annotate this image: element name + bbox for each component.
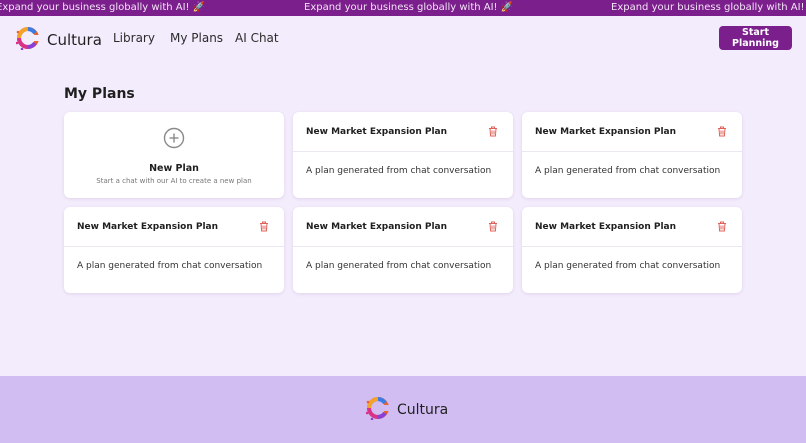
plan-title: New Market Expansion Plan [306,221,448,232]
promo-text: Expand your business globally with AI! 🚀 [0,2,206,13]
footer-brand-name: Cultura [397,402,449,418]
plus-circle-icon [163,127,185,153]
plan-card[interactable]: New Market Expansion Plan A plan generat… [522,207,742,293]
cultura-logo-icon [365,396,390,424]
trash-icon[interactable] [487,221,499,233]
plan-card[interactable]: New Market Expansion Plan A plan generat… [522,112,742,198]
cultura-logo-icon [15,26,40,54]
trash-icon[interactable] [487,126,499,138]
plan-title: New Market Expansion Plan [535,126,677,137]
start-planning-button[interactable]: Start Planning [719,26,792,50]
plan-card-header: New Market Expansion Plan [293,207,513,247]
footer: Cultura [0,376,806,443]
new-plan-subtitle: Start a chat with our AI to create a new… [96,177,252,185]
plan-card[interactable]: New Market Expansion Plan A plan generat… [64,207,284,293]
plan-card-header: New Market Expansion Plan [293,112,513,152]
page-title: My Plans [64,86,135,102]
plan-card-header: New Market Expansion Plan [522,207,742,247]
nav-link-ai-chat[interactable]: AI Chat [235,31,279,45]
brand-name: Cultura [47,31,102,49]
plan-card-header: New Market Expansion Plan [522,112,742,152]
nav-link-library[interactable]: Library [113,31,155,45]
top-nav: Cultura Library My Plans AI Chat Start P… [0,16,806,62]
nav-link-my-plans[interactable]: My Plans [170,31,223,45]
trash-icon[interactable] [716,126,728,138]
promo-text: Expand your business globally with AI! 🚀 [611,2,806,13]
trash-icon[interactable] [258,221,270,233]
plan-description: A plan generated from chat conversation [77,261,263,271]
plan-description: A plan generated from chat conversation [535,166,721,176]
plan-card[interactable]: New Market Expansion Plan A plan generat… [293,207,513,293]
trash-icon[interactable] [716,221,728,233]
footer-brand: Cultura [365,396,449,424]
plan-title: New Market Expansion Plan [77,221,219,232]
new-plan-title: New Plan [149,163,199,174]
brand-logo-link[interactable]: Cultura [15,26,102,54]
promo-text: Expand your business globally with AI! 🚀 [304,2,514,13]
plan-card-header: New Market Expansion Plan [64,207,284,247]
plan-card[interactable]: New Market Expansion Plan A plan generat… [293,112,513,198]
new-plan-card[interactable]: New Plan Start a chat with our AI to cre… [64,112,284,198]
plan-title: New Market Expansion Plan [535,221,677,232]
plan-description: A plan generated from chat conversation [306,166,492,176]
promo-banner: Expand your business globally with AI! 🚀… [0,0,806,16]
plan-description: A plan generated from chat conversation [535,261,721,271]
plan-description: A plan generated from chat conversation [306,261,492,271]
plan-title: New Market Expansion Plan [306,126,448,137]
